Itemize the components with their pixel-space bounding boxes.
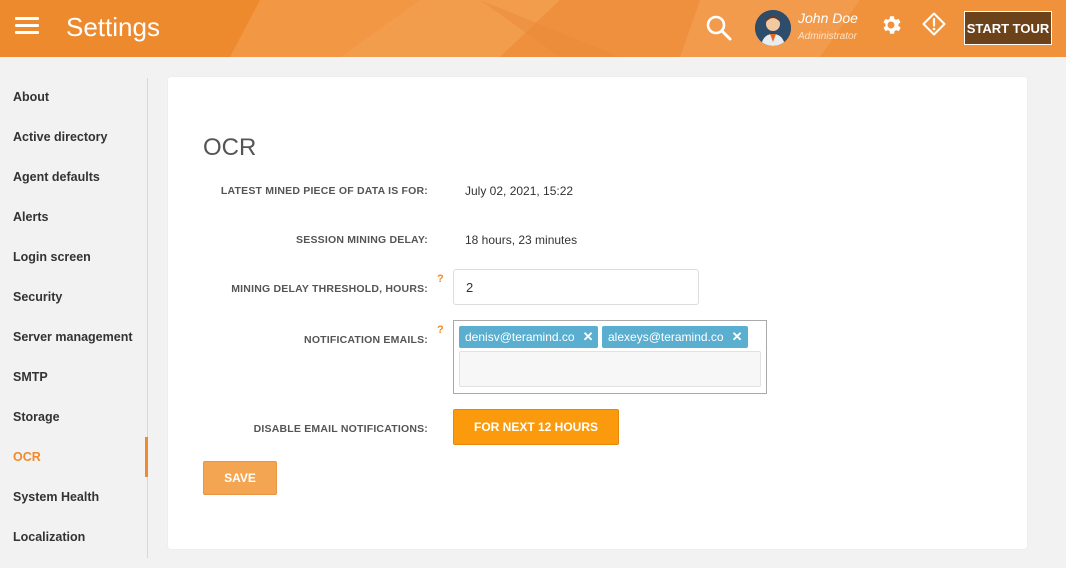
save-button[interactable]: SAVE bbox=[203, 461, 277, 495]
sidebar-item-server-management[interactable]: Server management bbox=[13, 317, 147, 357]
sidebar-item-security[interactable]: Security bbox=[13, 277, 147, 317]
threshold-input[interactable] bbox=[453, 269, 699, 305]
gear-icon[interactable] bbox=[879, 13, 903, 37]
emails-help-icon[interactable]: ? bbox=[437, 324, 444, 336]
latest-mined-value: July 02, 2021, 15:22 bbox=[465, 184, 574, 198]
sidebar-item-login-screen[interactable]: Login screen bbox=[13, 237, 147, 277]
threshold-help-icon[interactable]: ? bbox=[437, 273, 444, 285]
avatar[interactable] bbox=[755, 10, 791, 46]
remove-email-icon[interactable]: ✕ bbox=[732, 329, 743, 345]
email-entry-input[interactable] bbox=[459, 351, 761, 387]
menu-icon[interactable] bbox=[15, 17, 39, 35]
sidebar-item-alerts[interactable]: Alerts bbox=[13, 197, 147, 237]
email-tag: denisv@teramind.co ✕ bbox=[459, 326, 598, 348]
user-name[interactable]: John Doe bbox=[798, 10, 858, 26]
session-delay-label: SESSION MINING DELAY: bbox=[296, 234, 428, 246]
sidebar-active-indicator bbox=[145, 437, 148, 477]
email-tag-text: denisv@teramind.co bbox=[465, 330, 575, 344]
disable-notifications-label: DISABLE EMAIL NOTIFICATIONS: bbox=[253, 423, 428, 435]
threshold-label: MINING DELAY THRESHOLD, HOURS: bbox=[231, 283, 428, 295]
ocr-settings-card bbox=[168, 77, 1027, 549]
remove-email-icon[interactable]: ✕ bbox=[583, 329, 594, 345]
start-tour-button[interactable]: START TOUR bbox=[964, 11, 1052, 45]
page-title: OCR bbox=[203, 134, 257, 161]
sidebar-item-system-health[interactable]: System Health bbox=[13, 477, 147, 517]
sidebar-item-smtp[interactable]: SMTP bbox=[13, 357, 147, 397]
top-header: Settings John Doe Administrator START TO… bbox=[0, 0, 1066, 57]
sidebar-item-storage[interactable]: Storage bbox=[13, 397, 147, 437]
latest-mined-label: LATEST MINED PIECE OF DATA IS FOR: bbox=[220, 185, 428, 197]
sidebar-item-localization[interactable]: Localization bbox=[13, 517, 147, 557]
alert-diamond-icon[interactable] bbox=[922, 12, 946, 36]
user-avatar-icon bbox=[755, 10, 791, 46]
sidebar-item-ocr[interactable]: OCR bbox=[13, 437, 147, 477]
app-title: Settings bbox=[66, 12, 160, 42]
disable-for-12-hours-button[interactable]: FOR NEXT 12 HOURS bbox=[453, 409, 619, 445]
sidebar-item-about[interactable]: About bbox=[13, 77, 147, 117]
email-tag-text: alexeys@teramind.co bbox=[608, 330, 724, 344]
search-icon[interactable] bbox=[705, 14, 733, 42]
user-role: Administrator bbox=[798, 31, 857, 42]
notification-emails-label: NOTIFICATION EMAILS: bbox=[304, 334, 428, 346]
session-delay-value: 18 hours, 23 minutes bbox=[465, 233, 578, 247]
email-tag: alexeys@teramind.co ✕ bbox=[602, 326, 748, 348]
notification-emails-field[interactable]: denisv@teramind.co ✕ alexeys@teramind.co… bbox=[453, 320, 767, 394]
settings-sidebar: About Active directory Agent defaults Al… bbox=[0, 57, 148, 557]
sidebar-item-agent-defaults[interactable]: Agent defaults bbox=[13, 157, 147, 197]
sidebar-item-active-directory[interactable]: Active directory bbox=[13, 117, 147, 157]
